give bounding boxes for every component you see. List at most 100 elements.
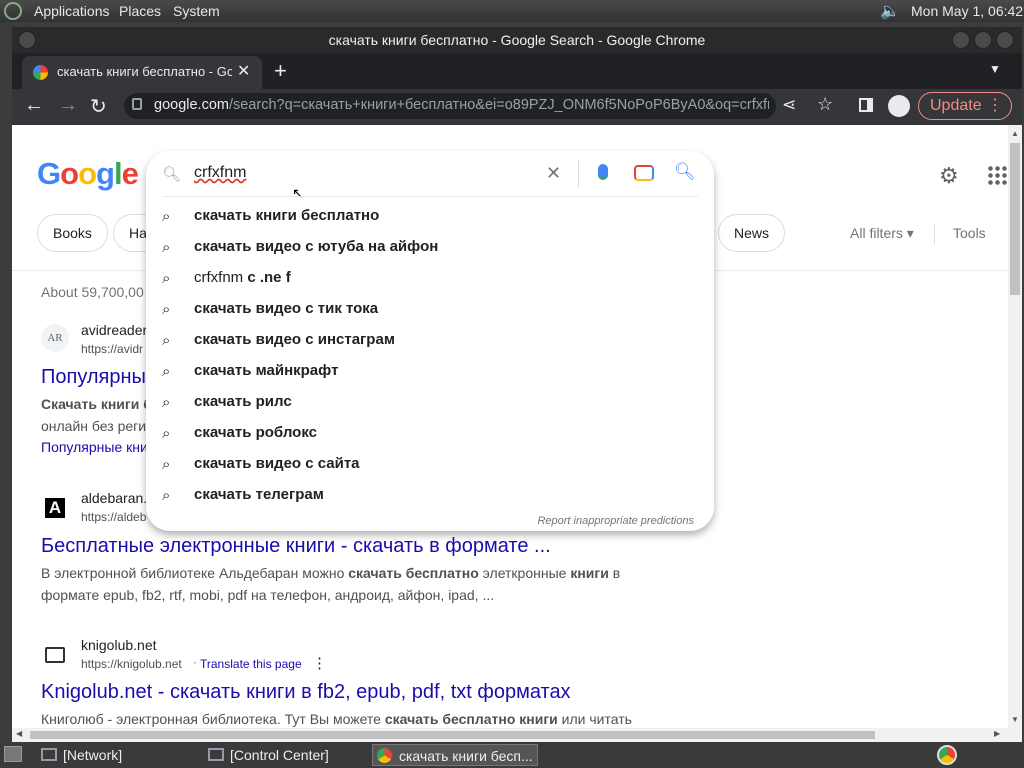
suggestion-item[interactable]: ⌕ скачать видео с сайта [146, 449, 714, 480]
result-url[interactable]: https://avidr [81, 342, 143, 356]
window-menu-icon[interactable] [18, 31, 36, 49]
suggestion-search-icon: ⌕ [162, 425, 171, 442]
suggestion-text: скачать видео с ютуба на айфон [194, 238, 438, 255]
apps-grid-icon[interactable] [987, 165, 1007, 185]
os-taskbar: [Network] [Control Center] скачать книги… [0, 742, 1024, 768]
suggestion-search-icon: ⌕ [162, 239, 171, 256]
result-title[interactable]: Бесплатные электронные книги - скачать в… [41, 535, 551, 558]
suggestion-item[interactable]: ⌕ скачать видео с ютуба на айфон [146, 232, 714, 263]
suggestion-bold: скачать телеграм [194, 486, 324, 503]
share-icon[interactable]: ⋖ [782, 95, 796, 115]
scroll-right-arrow-icon[interactable]: ▶ [994, 729, 1000, 738]
menu-places[interactable]: Places [119, 3, 161, 19]
google-logo[interactable]: Google [37, 156, 139, 192]
taskbar-item-network[interactable]: [Network] [37, 744, 197, 766]
profile-avatar-icon[interactable] [888, 95, 910, 117]
scroll-up-arrow-icon[interactable]: ▲ [1011, 129, 1019, 138]
maximize-button[interactable] [974, 31, 992, 49]
suggestion-item[interactable]: ⌕ скачать рилс [146, 387, 714, 418]
tools-button[interactable]: Tools [953, 225, 986, 241]
menu-applications[interactable]: Applications [34, 3, 110, 19]
report-predictions-link[interactable]: Report inappropriate predictions [537, 515, 694, 527]
voice-search-icon[interactable] [598, 164, 608, 180]
suggestion-bold: скачать майнкрафт [194, 362, 339, 379]
new-tab-icon[interactable]: + [274, 58, 287, 84]
taskbar-item-control-center[interactable]: [Control Center] [204, 744, 364, 766]
suggestion-bold: скачать видео с сайта [194, 455, 360, 472]
url-text[interactable]: google.com/search?q=скачать+книги+беспла… [154, 97, 769, 113]
scroll-left-arrow-icon[interactable]: ◀ [16, 729, 22, 738]
window-title: скачать книги бесплатно - Google Search … [328, 32, 706, 48]
control-center-icon [208, 748, 224, 761]
close-tab-icon[interactable]: ✕ [237, 61, 250, 81]
volume-icon[interactable]: 🔈 [880, 1, 900, 21]
bookmark-star-icon[interactable]: ☆ [817, 94, 833, 115]
suggestion-text: скачать майнкрафт [194, 362, 338, 379]
omnibox[interactable]: google.com/search?q=скачать+книги+беспла… [124, 93, 776, 119]
suggestion-bold: скачать рилс [194, 393, 292, 410]
horizontal-scroll-thumb[interactable] [30, 731, 875, 739]
menu-kebab-icon[interactable]: ⋮ [987, 93, 1003, 119]
suggestion-search-icon: ⌕ [162, 487, 171, 504]
suggestion-item[interactable]: ⌕ скачать роблокс [146, 418, 714, 449]
horizontal-scrollbar[interactable]: ◀ ▶ [12, 728, 1022, 742]
suggestion-search-icon: ⌕ [162, 208, 171, 225]
filter-divider [934, 224, 935, 244]
suggestion-bold: скачать роблокс [194, 424, 317, 441]
result-title[interactable]: Популярны [41, 366, 146, 389]
taskbar-item-chrome[interactable]: скачать книги бесп... [372, 744, 538, 766]
suggestion-text: скачать телеграм [194, 486, 324, 503]
result-snippet: В электронной библиотеке Альдебаран можн… [41, 562, 620, 584]
side-panel-icon[interactable] [859, 98, 873, 112]
scroll-down-arrow-icon[interactable]: ▼ [1011, 715, 1019, 724]
translate-link[interactable]: Translate this page [200, 657, 302, 671]
settings-gear-icon[interactable]: ⚙ [939, 163, 959, 189]
suggestion-item[interactable]: ⌕ скачать видео с инстаграм [146, 325, 714, 356]
vertical-scrollbar[interactable]: ▲ ▼ [1008, 125, 1022, 728]
result-snippet: Скачать книги б [41, 396, 152, 412]
suggestion-item[interactable]: ⌕ скачать телеграм [146, 480, 714, 511]
clear-search-icon[interactable]: ✕ [546, 163, 561, 184]
suggestion-bold: скачать книги бесплатно [194, 207, 380, 224]
result-url[interactable]: https://aldeb [81, 510, 146, 524]
distro-logo-icon[interactable] [4, 2, 22, 20]
minimize-button[interactable] [952, 31, 970, 49]
menu-system[interactable]: System [173, 3, 220, 19]
all-filters-label: All filters [850, 225, 903, 241]
lens-camera-icon[interactable] [634, 165, 654, 181]
url-host: google.com [154, 97, 229, 113]
window-titlebar[interactable]: скачать книги бесплатно - Google Search … [12, 27, 1022, 53]
suggestion-item[interactable]: ⌕ crfxfnm c .ne f [146, 263, 714, 294]
lock-icon[interactable] [132, 98, 142, 110]
close-window-button[interactable] [996, 31, 1014, 49]
vertical-scroll-thumb[interactable] [1010, 143, 1020, 295]
forward-icon[interactable]: → [58, 94, 78, 117]
browser-tab[interactable]: скачать книги бесплатно - Go ✕ [22, 56, 262, 89]
suggestion-bold: скачать видео с инстаграм [194, 331, 395, 348]
tray-chrome-icon[interactable] [937, 745, 957, 765]
chip-books[interactable]: Books [37, 214, 108, 252]
more-options-icon[interactable]: ⋮ [312, 654, 327, 672]
suggestion-item[interactable]: ⌕ скачать видео с тик тока [146, 294, 714, 325]
chip-news[interactable]: News [718, 214, 786, 252]
tab-search-icon[interactable]: ▼ [989, 62, 1001, 76]
result-sitelink[interactable]: Популярные кни [41, 439, 148, 455]
back-icon[interactable]: ← [24, 94, 44, 117]
book-favicon-icon [45, 647, 65, 663]
show-desktop-icon[interactable] [4, 746, 22, 762]
all-filters-button[interactable]: All filters ▾ [850, 225, 914, 242]
result-site-name[interactable]: avidreader [81, 322, 147, 338]
result-site-name[interactable]: knigolub.net [81, 637, 157, 653]
result-snippet: формате epub, fb2, rtf, mobi, pdf на тел… [41, 587, 495, 603]
search-input[interactable]: crfxfnm [194, 164, 246, 182]
search-submit-icon[interactable]: 🔍︎ [674, 162, 696, 182]
suggestion-item[interactable]: ⌕ скачать книги бесплатно [146, 201, 714, 232]
result-site-name[interactable]: aldebaran. [81, 490, 147, 506]
suggestion-item[interactable]: ⌕ скачать майнкрафт [146, 356, 714, 387]
update-button[interactable]: Update ⋮ [918, 92, 1012, 120]
result-title[interactable]: Knigolub.net - скачать книги в fb2, epub… [41, 681, 571, 704]
result-url[interactable]: https://knigolub.net [81, 657, 182, 671]
clock[interactable]: Mon May 1, 06:42 [911, 3, 1023, 19]
suggestion-search-icon: ⌕ [162, 332, 171, 349]
reload-icon[interactable]: ↻ [90, 94, 107, 119]
